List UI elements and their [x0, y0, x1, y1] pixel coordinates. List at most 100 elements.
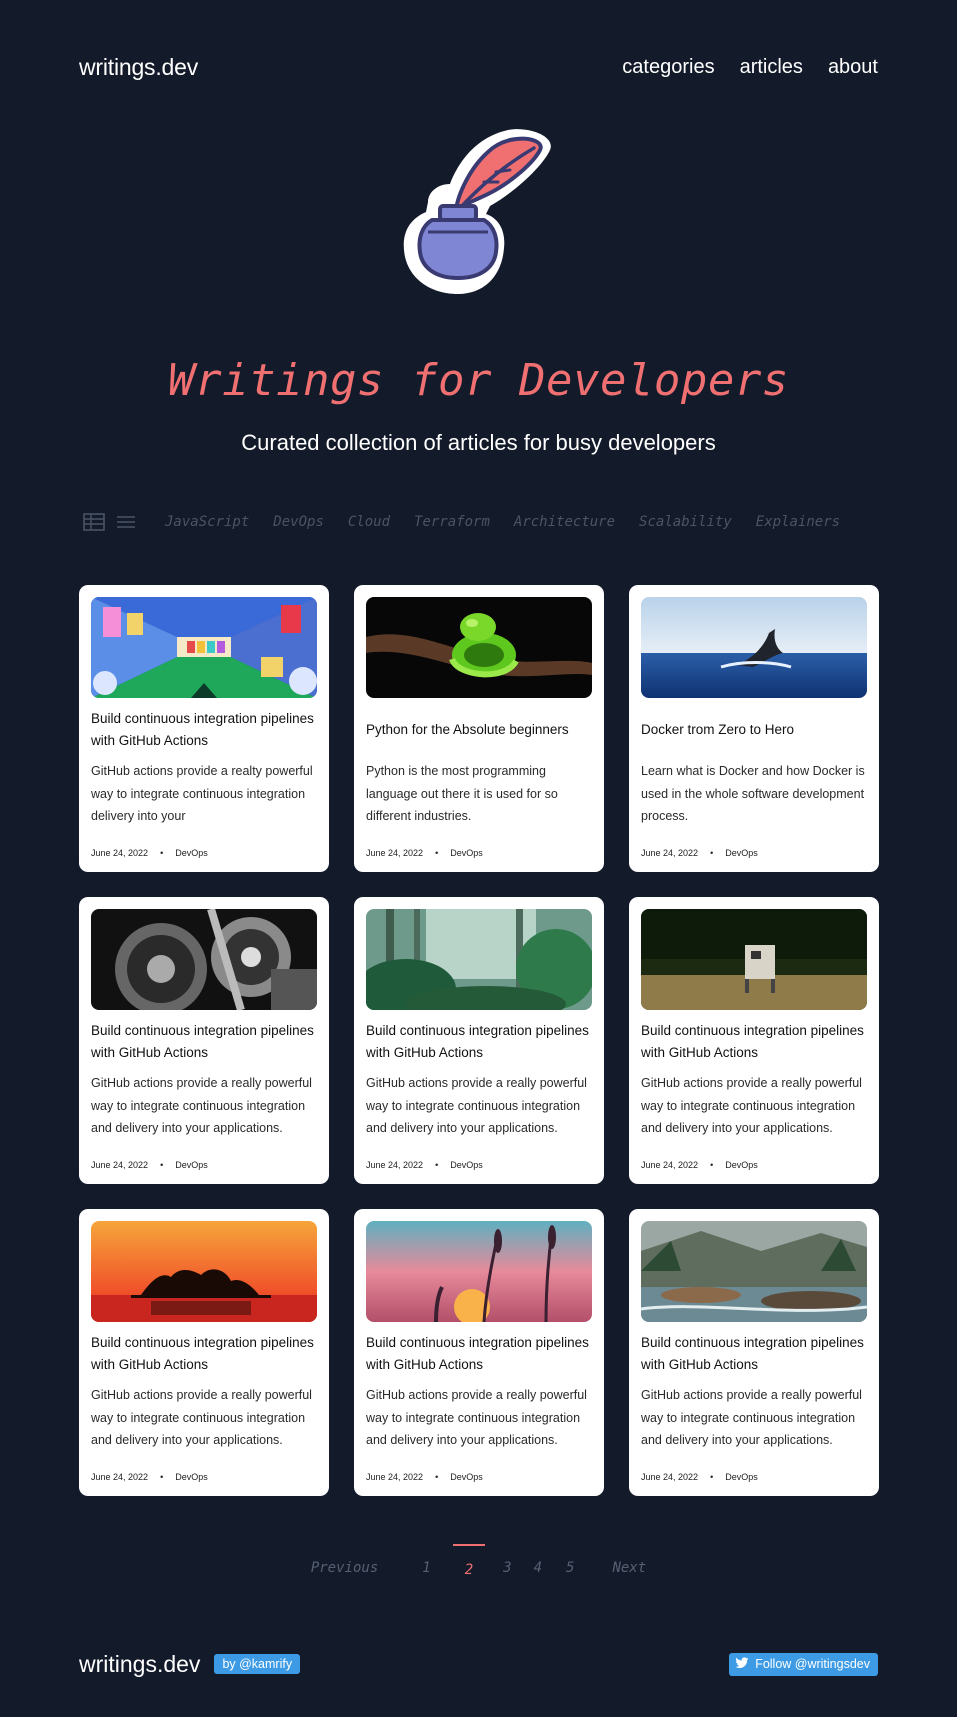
article-title[interactable]: Build continuous integration pipelines w…	[366, 1020, 592, 1064]
article-image-green-snake	[366, 597, 592, 698]
nav-about[interactable]: about	[828, 56, 878, 79]
pagination-page-4[interactable]: 4	[534, 1560, 542, 1576]
pagination-page-2-current[interactable]: 2	[452, 1544, 487, 1578]
follow-twitter-button[interactable]: Follow @writingsdev	[729, 1652, 878, 1676]
article-description: GitHub actions provide a really powerful…	[91, 1388, 312, 1447]
pagination-previous[interactable]: Previous	[311, 1560, 378, 1576]
article-title[interactable]: Build continuous integration pipelines w…	[91, 1020, 317, 1064]
article-date: June 24, 2022	[641, 848, 699, 858]
article-image-whale-tail	[641, 597, 867, 698]
article-category[interactable]: DevOps	[725, 848, 758, 858]
category-javascript[interactable]: JavaScript	[165, 514, 249, 530]
article-title[interactable]: Python for the Absolute beginners	[366, 708, 592, 752]
pagination-page-1[interactable]: 1	[422, 1560, 430, 1576]
article-title[interactable]: Build continuous integration pipelines w…	[91, 1332, 317, 1376]
article-image-colorful-corridor	[91, 597, 317, 698]
article-image-island-sunset	[91, 1221, 317, 1322]
separator-dot: •	[710, 1472, 714, 1482]
article-meta: June 24, 2022 • DevOps	[641, 1160, 758, 1170]
article-description: GitHub actions provide a really powerful…	[366, 1388, 587, 1447]
article-meta: June 24, 2022 • DevOps	[91, 848, 208, 858]
article-date: June 24, 2022	[366, 1160, 424, 1170]
article-date: June 24, 2022	[641, 1160, 699, 1170]
article-image-gears	[91, 909, 317, 1010]
article-date: June 24, 2022	[91, 1160, 149, 1170]
article-description: GitHub actions provide a really powerful…	[641, 1076, 862, 1135]
article-category[interactable]: DevOps	[450, 1472, 483, 1482]
nav-categories[interactable]: categories	[622, 56, 714, 79]
pagination-page-5[interactable]: 5	[566, 1560, 574, 1576]
article-description: GitHub actions provide a really powerful…	[366, 1076, 587, 1135]
article-image-misty-river	[641, 1221, 867, 1322]
article-category[interactable]: DevOps	[725, 1472, 758, 1482]
separator-dot: •	[435, 1160, 439, 1170]
article-meta: June 24, 2022 • DevOps	[641, 848, 758, 858]
article-meta: June 24, 2022 • DevOps	[91, 1160, 208, 1170]
article-category[interactable]: DevOps	[450, 1160, 483, 1170]
article-date: June 24, 2022	[366, 848, 424, 858]
article-image-robot-field	[641, 909, 867, 1010]
article-category[interactable]: DevOps	[725, 1160, 758, 1170]
category-filter-bar: JavaScript DevOps Cloud Terraform Archit…	[83, 512, 840, 532]
article-meta: June 24, 2022 • DevOps	[91, 1472, 208, 1482]
article-meta: June 24, 2022 • DevOps	[366, 1160, 483, 1170]
article-category[interactable]: DevOps	[175, 1472, 208, 1482]
category-terraform[interactable]: Terraform	[414, 514, 490, 530]
category-devops[interactable]: DevOps	[273, 514, 324, 530]
category-explainers[interactable]: Explainers	[756, 514, 840, 530]
separator-dot: •	[710, 1160, 714, 1170]
pagination-page-3[interactable]: 3	[503, 1560, 511, 1576]
article-description: GitHub actions provide a really powerful…	[641, 1388, 862, 1447]
category-architecture[interactable]: Architecture	[514, 514, 615, 530]
article-card[interactable]: Build continuous integration pipelines w…	[79, 1209, 329, 1496]
article-date: June 24, 2022	[91, 848, 149, 858]
follow-label: Follow @writingsdev	[755, 1657, 870, 1671]
article-meta: June 24, 2022 • DevOps	[366, 848, 483, 858]
category-scalability[interactable]: Scalability	[639, 514, 732, 530]
separator-dot: •	[160, 848, 164, 858]
footer-brand[interactable]: writings.dev	[79, 1651, 200, 1678]
article-category[interactable]: DevOps	[450, 848, 483, 858]
separator-dot: •	[435, 848, 439, 858]
article-grid: Build continuous integration pipelines w…	[79, 585, 879, 1496]
separator-dot: •	[160, 1472, 164, 1482]
site-footer: writings.dev by @kamrify Follow @writing…	[79, 1651, 878, 1678]
article-title[interactable]: Docker trom Zero to Hero	[641, 708, 867, 752]
nav-articles[interactable]: articles	[740, 56, 803, 79]
article-card[interactable]: Build continuous integration pipelines w…	[354, 897, 604, 1184]
article-category[interactable]: DevOps	[175, 848, 208, 858]
list-view-icon[interactable]	[115, 513, 137, 531]
article-description: Learn what is Docker and how Docker is u…	[641, 764, 865, 823]
separator-dot: •	[160, 1160, 164, 1170]
author-badge[interactable]: by @kamrify	[214, 1654, 301, 1674]
article-card[interactable]: Python for the Absolute beginners Python…	[354, 585, 604, 872]
category-cloud[interactable]: Cloud	[348, 514, 390, 530]
article-description: GitHub actions provide a really powerful…	[91, 1076, 312, 1135]
article-card[interactable]: Build continuous integration pipelines w…	[629, 1209, 879, 1496]
article-date: June 24, 2022	[366, 1472, 424, 1482]
article-category[interactable]: DevOps	[175, 1160, 208, 1170]
article-card[interactable]: Build continuous integration pipelines w…	[79, 585, 329, 872]
site-header: writings.dev categories articles about	[79, 50, 878, 84]
article-date: June 24, 2022	[641, 1472, 699, 1482]
article-date: June 24, 2022	[91, 1472, 149, 1482]
footer-left: writings.dev by @kamrify	[79, 1651, 301, 1678]
article-card[interactable]: Build continuous integration pipelines w…	[629, 897, 879, 1184]
article-card[interactable]: Build continuous integration pipelines w…	[354, 1209, 604, 1496]
article-image-jungle	[366, 909, 592, 1010]
article-card[interactable]: Docker trom Zero to Hero Learn what is D…	[629, 585, 879, 872]
article-description: Python is the most programming language …	[366, 764, 558, 823]
brand-logo-text[interactable]: writings.dev	[79, 54, 198, 81]
article-title[interactable]: Build continuous integration pipelines w…	[366, 1332, 592, 1376]
article-image-grass-sunset	[366, 1221, 592, 1322]
article-title[interactable]: Build continuous integration pipelines w…	[91, 708, 317, 752]
grid-view-icon[interactable]	[83, 513, 105, 531]
article-title[interactable]: Build continuous integration pipelines w…	[641, 1332, 867, 1376]
twitter-bird-icon	[735, 1656, 749, 1672]
article-description: GitHub actions provide a realty powerful…	[91, 764, 313, 823]
category-list: JavaScript DevOps Cloud Terraform Archit…	[165, 514, 840, 530]
pagination-next[interactable]: Next	[612, 1560, 646, 1576]
article-title[interactable]: Build continuous integration pipelines w…	[641, 1020, 867, 1064]
hero-title: Writings for Developers	[168, 355, 789, 406]
article-card[interactable]: Build continuous integration pipelines w…	[79, 897, 329, 1184]
